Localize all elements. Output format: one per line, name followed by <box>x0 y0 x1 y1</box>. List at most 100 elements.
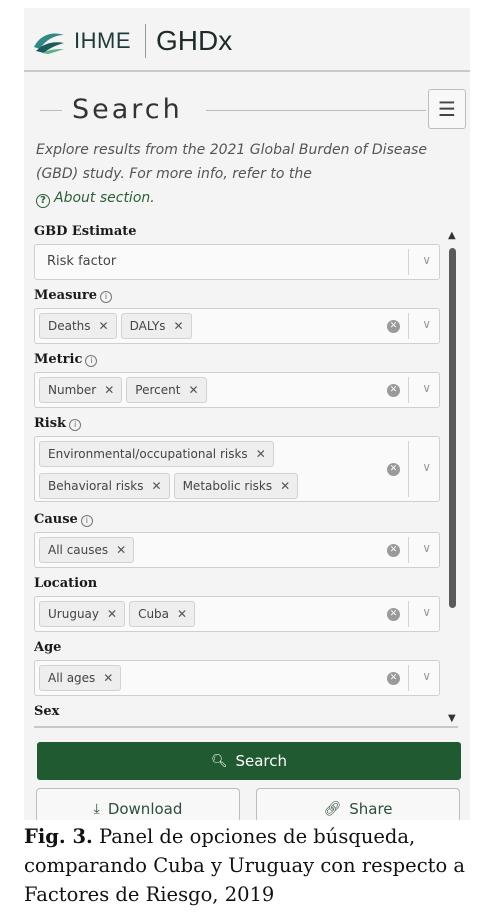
measure-select[interactable]: Deaths ✕ DALYs ✕ ✕ ∨ <box>34 308 440 344</box>
chevron-down-icon[interactable]: ∨ <box>422 605 431 619</box>
dropdown-separator <box>408 377 409 403</box>
question-circle-icon: ? <box>36 194 50 208</box>
filter-risk: Risk i Environmental/occupational risks ✕ B… <box>34 416 444 506</box>
scroll-down-arrow-icon[interactable]: ▼ <box>448 713 456 724</box>
filter-age: Age All ages ✕ ✕ ∨ <box>34 640 444 700</box>
clear-all-icon[interactable]: ✕ <box>387 320 400 333</box>
remove-chip-icon[interactable]: ✕ <box>99 319 109 333</box>
chevron-down-icon[interactable]: ∨ <box>422 541 431 555</box>
filter-label-cause: Cause i <box>34 512 444 530</box>
chip-dalys: DALYs ✕ <box>120 313 192 339</box>
age-select[interactable]: All ages ✕ ✕ ∨ <box>34 660 440 696</box>
title-rule-left <box>40 110 62 111</box>
figure-caption: Fig. 3. Panel de opciones de búsqueda, c… <box>24 822 476 909</box>
cause-label-text: Cause <box>34 512 78 527</box>
chevron-down-icon[interactable]: ∨ <box>422 381 431 395</box>
chip-metabolic-risks: Metabolic risks ✕ <box>173 473 299 499</box>
filter-label-age: Age <box>34 640 62 655</box>
chip-label: DALYs <box>129 319 166 333</box>
scrollbar-thumb[interactable] <box>449 248 456 608</box>
remove-chip-icon[interactable]: ✕ <box>174 319 184 333</box>
chevron-down-icon[interactable]: ∨ <box>422 253 431 267</box>
search-icon: 🔍︎ <box>210 753 228 769</box>
filter-label-measure: Measure i <box>34 288 444 306</box>
brand-ghdx[interactable]: GHDx <box>156 25 232 57</box>
filter-list: GBD Estimate Risk factor ∨ Measure i Deat… <box>34 224 444 724</box>
metric-select[interactable]: Number ✕ Percent ✕ ✕ ∨ <box>34 372 440 408</box>
remove-chip-icon[interactable]: ✕ <box>256 447 266 461</box>
gbd-estimate-select[interactable]: Risk factor ∨ <box>34 244 440 280</box>
info-icon[interactable]: i <box>99 291 112 303</box>
filter-label-risk: Risk i <box>34 416 444 434</box>
search-button[interactable]: 🔍︎ Search <box>37 742 461 780</box>
filter-label-metric: Metric i <box>34 352 444 370</box>
filter-cause: Cause i All causes ✕ ✕ ∨ <box>34 512 444 572</box>
info-icon[interactable]: i <box>80 515 93 527</box>
location-chips: Uruguay ✕ Cuba ✕ <box>39 601 389 633</box>
app-header: IHME GHDx <box>24 8 470 74</box>
remove-chip-icon[interactable]: ✕ <box>116 543 126 557</box>
search-title-row: Search ☰ <box>24 88 470 134</box>
chevron-down-icon[interactable]: ∨ <box>422 317 431 331</box>
chip-label: All ages <box>48 671 96 685</box>
chip-percent: Percent ✕ <box>126 377 207 403</box>
figure-label: Fig. 3. <box>24 825 93 848</box>
dropdown-separator <box>408 537 409 563</box>
chip-all-ages: All ages ✕ <box>39 665 122 691</box>
filter-gbd-estimate: GBD Estimate Risk factor ∨ <box>34 224 444 282</box>
clear-all-icon[interactable]: ✕ <box>387 384 400 397</box>
risk-select[interactable]: Environmental/occupational risks ✕ Behavio… <box>34 436 440 502</box>
download-button[interactable]: ⤓ Download <box>36 788 240 820</box>
download-button-label: Download <box>107 799 183 818</box>
search-title: Search <box>72 94 183 125</box>
share-button[interactable]: 🔗︎ Share <box>256 788 460 820</box>
info-icon[interactable]: i <box>69 419 82 431</box>
remove-chip-icon[interactable]: ✕ <box>280 479 290 493</box>
chip-all-causes: All causes ✕ <box>39 537 135 563</box>
dropdown-separator <box>408 313 409 339</box>
chevron-down-icon[interactable]: ∨ <box>422 460 431 474</box>
info-icon[interactable]: i <box>85 355 98 367</box>
chip-label: Number <box>48 383 97 397</box>
link-icon: 🔗︎ <box>323 800 342 817</box>
cause-select[interactable]: All causes ✕ ✕ ∨ <box>34 532 440 568</box>
clear-all-icon[interactable]: ✕ <box>387 672 400 685</box>
filter-label-location: Location <box>34 576 98 591</box>
measure-chips: Deaths ✕ DALYs ✕ <box>39 313 389 345</box>
clear-all-icon[interactable]: ✕ <box>387 544 400 557</box>
remove-chip-icon[interactable]: ✕ <box>107 607 117 621</box>
gbd-estimate-value: Risk factor <box>47 254 117 269</box>
remove-chip-icon[interactable]: ✕ <box>152 479 162 493</box>
measure-label-text: Measure <box>34 288 97 303</box>
chip-label: Uruguay <box>48 607 99 621</box>
chevron-down-icon[interactable]: ∨ <box>422 669 431 683</box>
brand-divider <box>145 24 146 58</box>
clear-all-icon[interactable]: ✕ <box>387 608 400 621</box>
filter-location: Location Uruguay ✕ Cuba ✕ ✕ ∨ <box>34 576 444 636</box>
filter-label-sex: Sex <box>34 704 60 719</box>
remove-chip-icon[interactable]: ✕ <box>177 607 187 621</box>
remove-chip-icon[interactable]: ✕ <box>103 671 113 685</box>
about-link-label: About section. <box>54 190 155 206</box>
chip-environmental-occupational-risks: Environmental/occupational risks ✕ <box>39 441 274 467</box>
search-button-label: Search <box>235 752 288 770</box>
clear-all-icon[interactable]: ✕ <box>387 463 400 476</box>
dropdown-separator <box>408 601 409 627</box>
risk-label-text: Risk <box>34 416 67 431</box>
cause-chips: All causes ✕ <box>39 537 389 569</box>
brand-ihme[interactable]: IHME <box>74 28 131 54</box>
remove-chip-icon[interactable]: ✕ <box>104 383 114 397</box>
age-chips: All ages ✕ <box>39 665 389 697</box>
chip-label: Metabolic risks <box>182 479 273 493</box>
menu-button[interactable]: ☰ <box>428 89 466 129</box>
filter-metric: Metric i Number ✕ Percent ✕ ✕ ∨ <box>34 352 444 412</box>
chip-behavioral-risks: Behavioral risks ✕ <box>39 473 170 499</box>
filter-scrollbar[interactable]: ▲ ▼ <box>446 228 460 726</box>
chip-uruguay: Uruguay ✕ <box>39 601 126 627</box>
remove-chip-icon[interactable]: ✕ <box>188 383 198 397</box>
about-link[interactable]: ? About section. <box>36 190 155 208</box>
chip-label: Deaths <box>48 319 91 333</box>
filter-measure: Measure i Deaths ✕ DALYs ✕ ✕ ∨ <box>34 288 444 348</box>
location-select[interactable]: Uruguay ✕ Cuba ✕ ✕ ∨ <box>34 596 440 632</box>
scroll-up-arrow-icon[interactable]: ▲ <box>448 230 456 241</box>
